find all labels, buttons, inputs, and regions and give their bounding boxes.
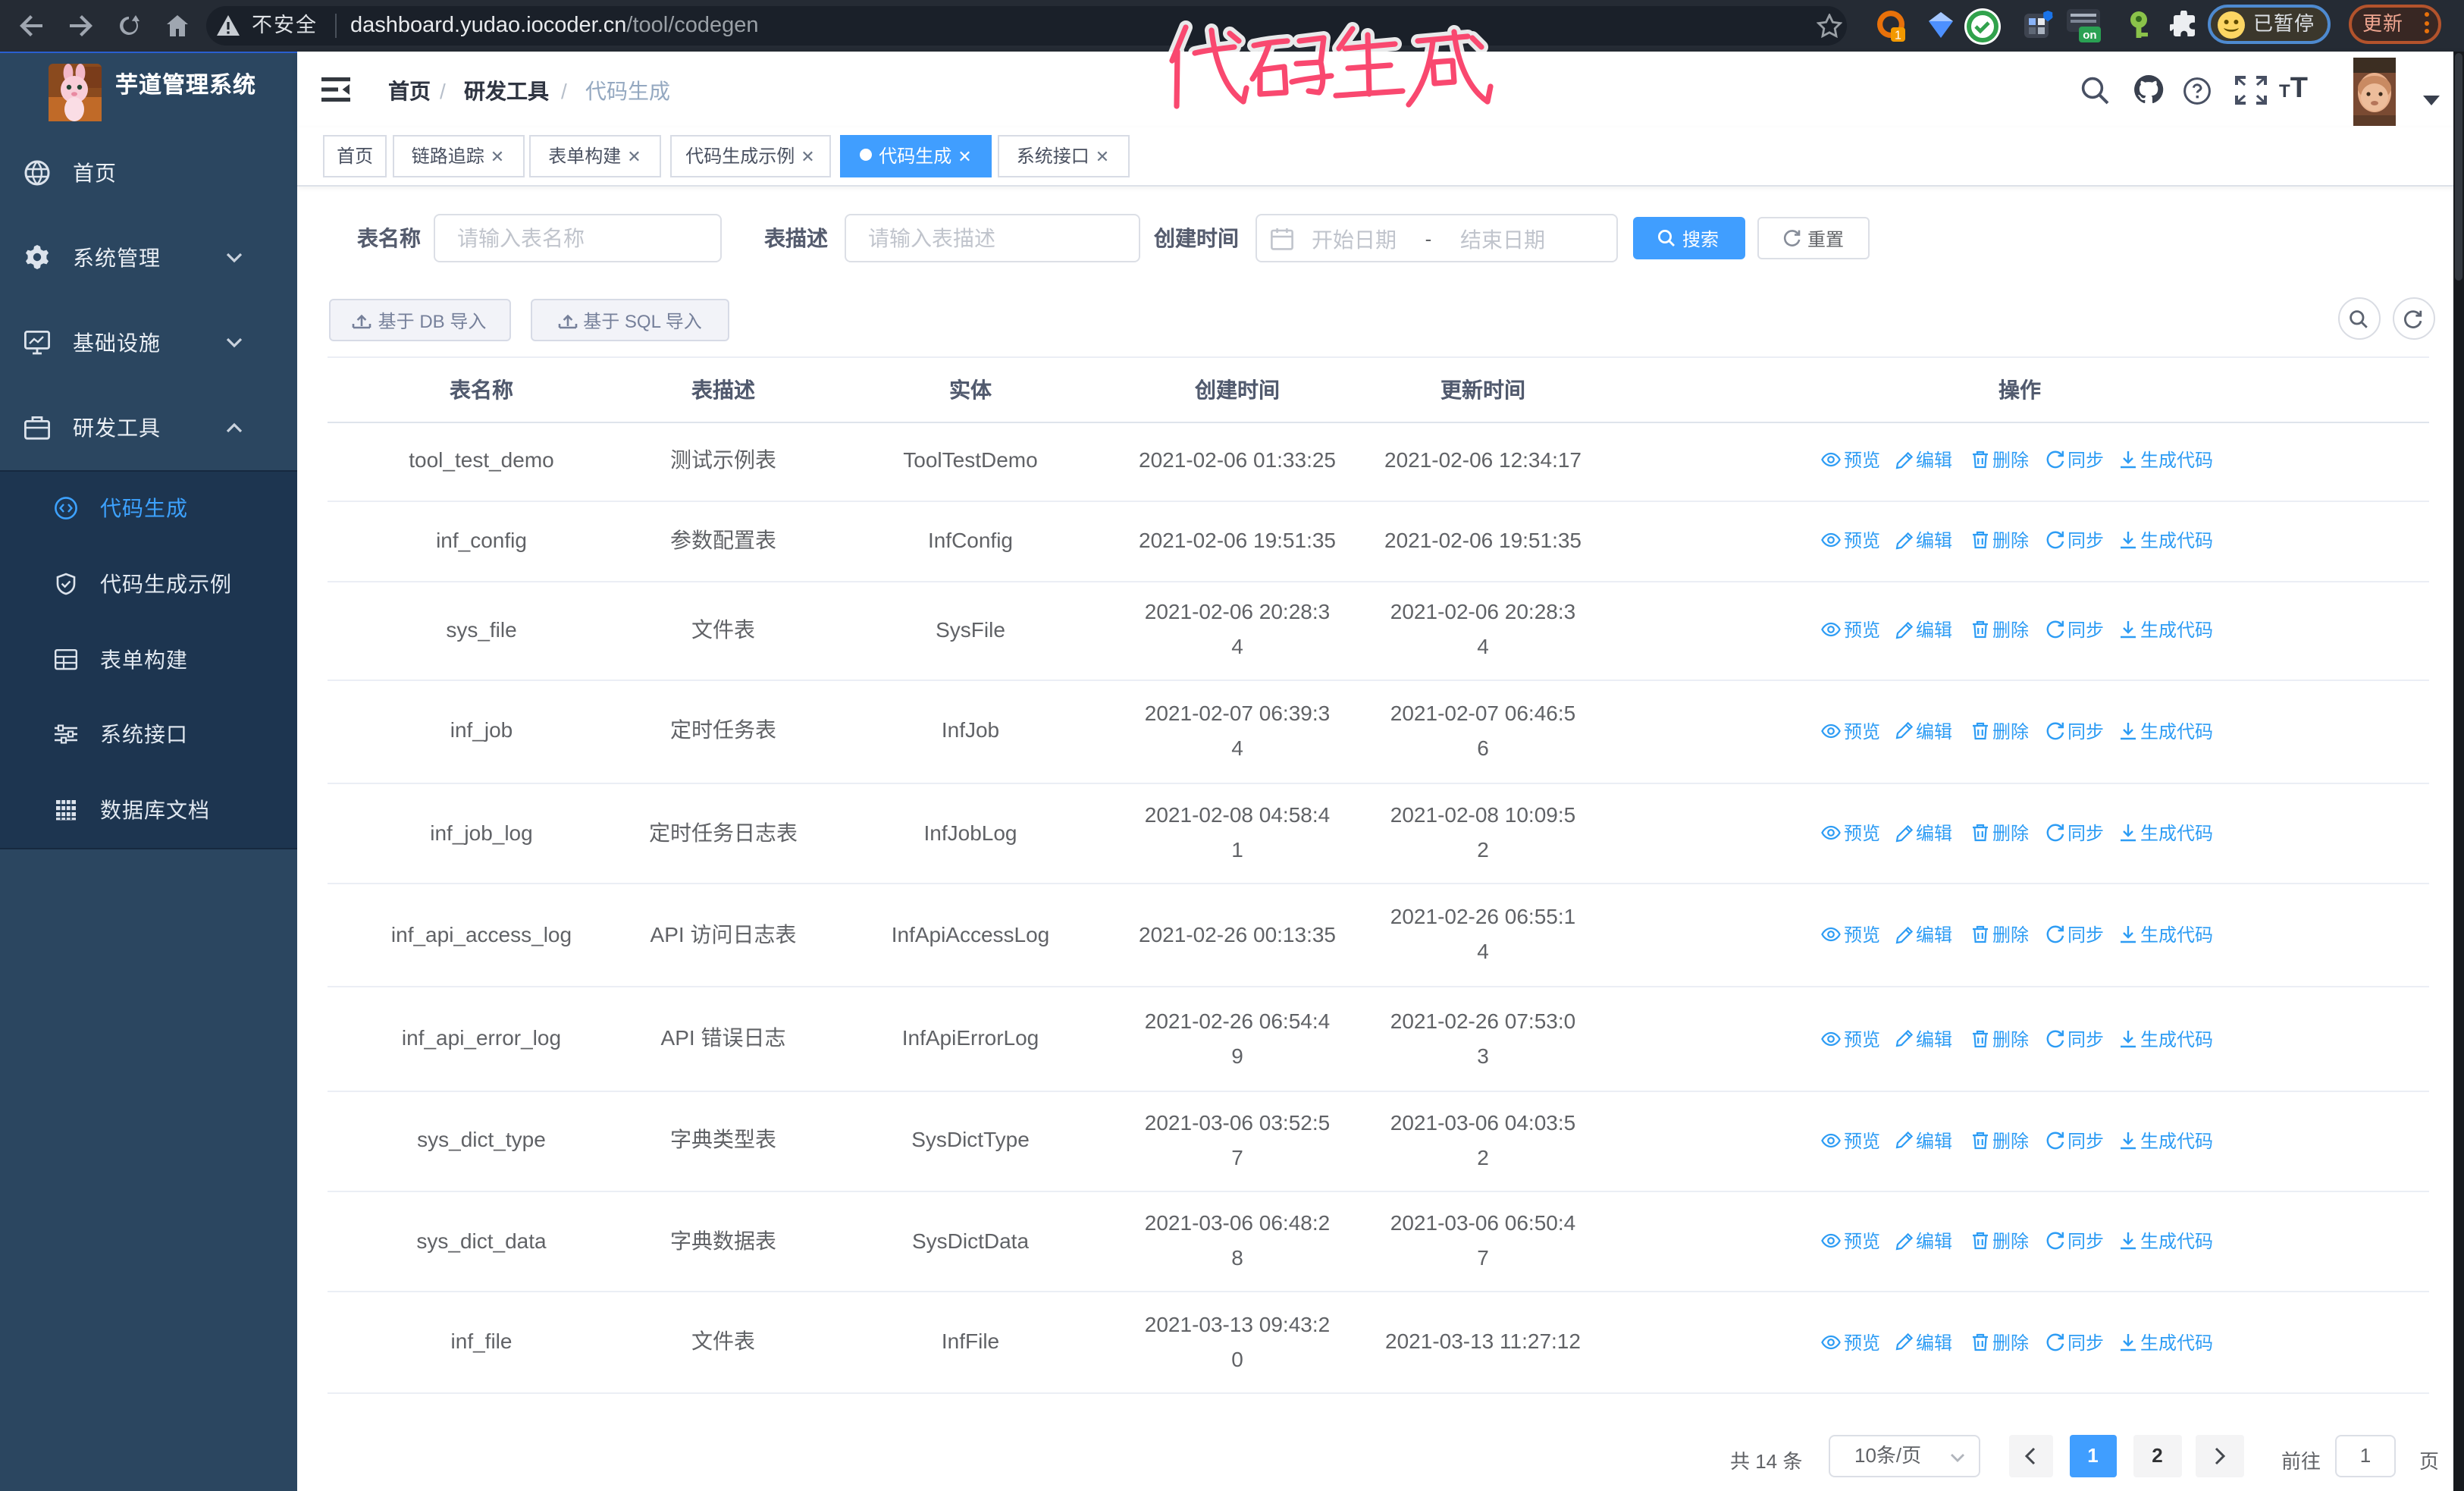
svg-text:on: on bbox=[2083, 29, 2096, 42]
svg-text:1: 1 bbox=[1895, 30, 1901, 42]
